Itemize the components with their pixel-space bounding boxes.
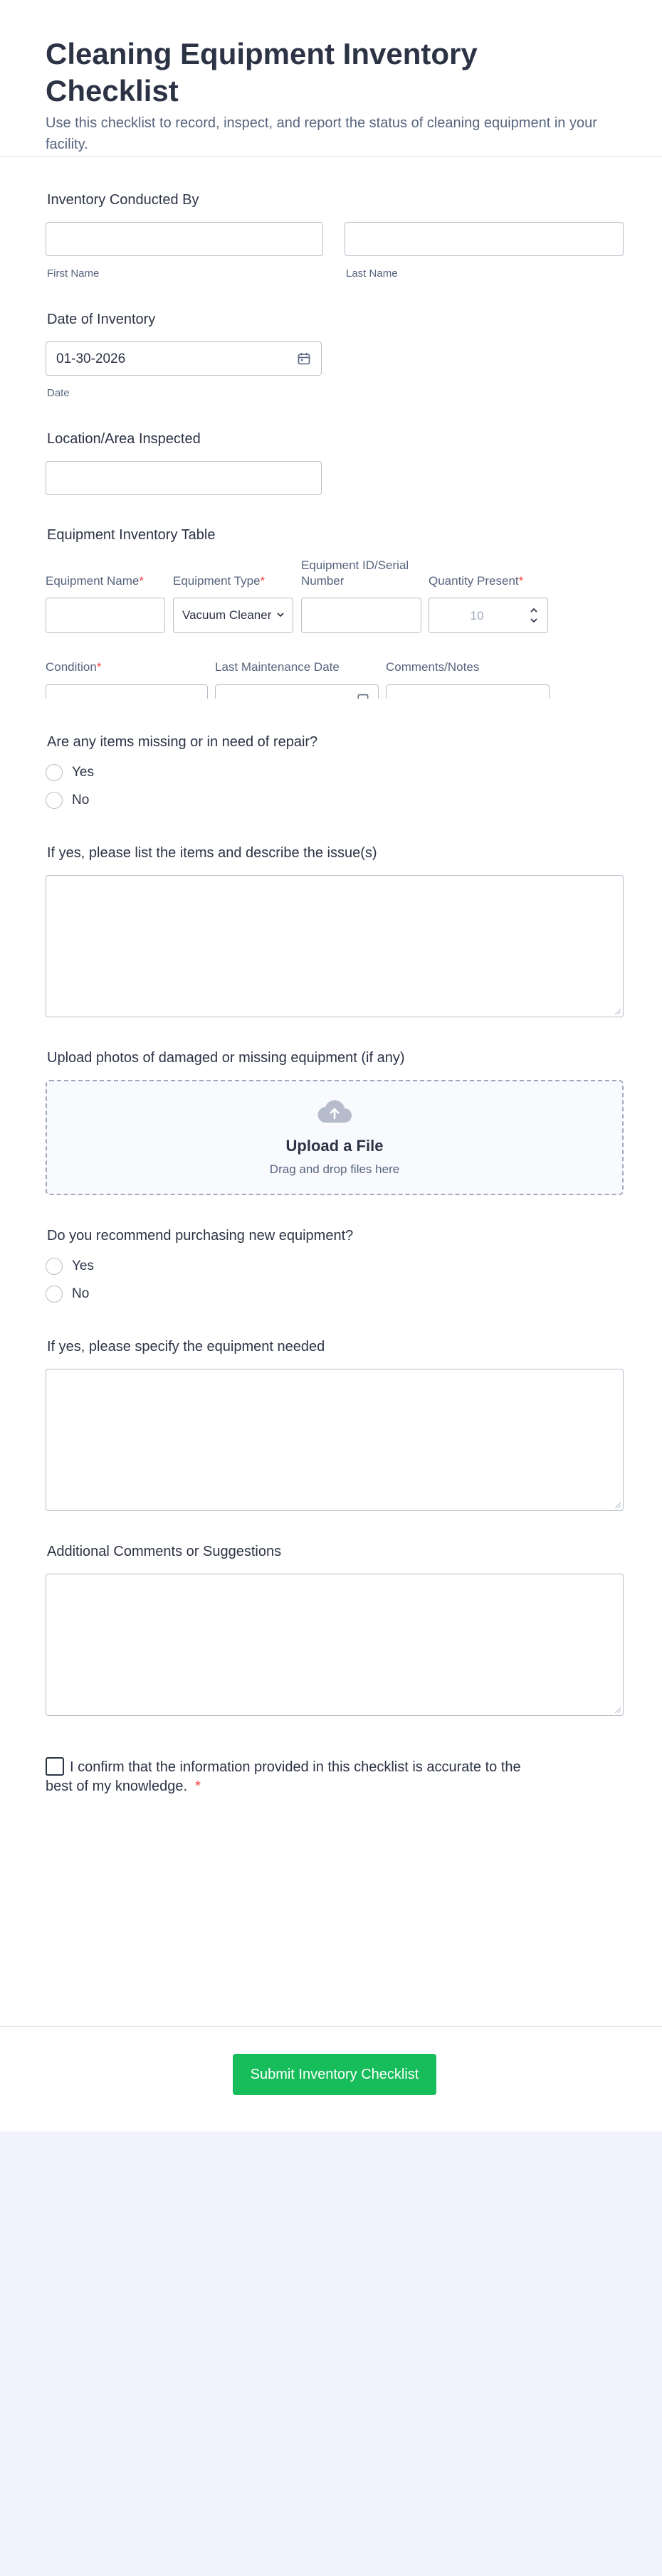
condition-select[interactable] <box>46 684 208 699</box>
equipment-table-label: Equipment Inventory Table <box>47 527 216 543</box>
maintenance-date-input[interactable] <box>215 684 379 699</box>
repair-question: Are any items missing or in need of repa… <box>47 734 318 750</box>
column-equipment-name: Equipment Name* <box>46 573 144 589</box>
required-mark: * <box>260 574 266 588</box>
recommend-yes-label[interactable]: Yes <box>72 1258 94 1274</box>
submit-button[interactable]: Submit Inventory Checklist <box>233 2054 436 2095</box>
recommend-no-label[interactable]: No <box>72 1286 89 1302</box>
calendar-icon[interactable] <box>297 351 311 369</box>
column-equipment-type: Equipment Type* <box>173 573 265 589</box>
date-label: Date of Inventory <box>47 312 156 327</box>
quantity-placeholder: 10 <box>470 609 484 622</box>
resize-handle-icon[interactable] <box>615 1502 621 1508</box>
column-equipment-type-text: Equipment Type <box>173 574 261 588</box>
repair-yes-radio[interactable] <box>46 764 63 781</box>
equipment-name-input[interactable] <box>46 598 165 633</box>
calendar-icon[interactable] <box>357 692 369 699</box>
date-value: 01-30-2026 <box>56 351 126 366</box>
equipment-type-value: Vacuum Cleaner <box>182 608 272 622</box>
chevron-down-icon <box>275 610 285 623</box>
table-row-clip <box>43 683 555 699</box>
stepper-arrows-icon[interactable] <box>529 604 539 630</box>
required-mark: * <box>195 1779 201 1794</box>
page-subtitle: Use this checklist to record, inspect, a… <box>46 115 597 152</box>
page-title: Cleaning Equipment Inventory Checklist <box>46 37 478 107</box>
repair-no-label[interactable]: No <box>72 793 89 808</box>
upload-hint: Drag and drop files here <box>269 1162 400 1176</box>
comments-input[interactable] <box>386 684 550 699</box>
additional-comments-textarea[interactable] <box>46 1574 624 1716</box>
required-mark: * <box>96 660 102 674</box>
quantity-stepper[interactable]: 10 <box>429 598 548 633</box>
form-footer: Submit Inventory Checklist <box>0 2026 662 2131</box>
equipment-needed-label: If yes, please specify the equipment nee… <box>47 1339 325 1355</box>
required-mark: * <box>518 574 524 588</box>
first-name-sublabel: First Name <box>47 267 100 280</box>
confirm-checkbox-row: I confirm that the information provided … <box>46 1757 544 1796</box>
column-equipment-name-text: Equipment Name <box>46 574 140 588</box>
confirm-text[interactable]: I confirm that the information provided … <box>46 1759 521 1794</box>
date-sublabel: Date <box>47 387 70 399</box>
form-page: Cleaning Equipment Inventory Checklist U… <box>0 0 662 2131</box>
column-condition-text: Condition <box>46 660 97 674</box>
recommend-yes-radio[interactable] <box>46 1258 63 1275</box>
repair-yes-label[interactable]: Yes <box>72 765 94 780</box>
recommend-no-radio[interactable] <box>46 1286 63 1303</box>
confirm-checkbox[interactable] <box>46 1757 64 1776</box>
inventory-by-label: Inventory Conducted By <box>47 192 199 208</box>
repair-details-textarea[interactable] <box>46 875 624 1017</box>
form-header: Cleaning Equipment Inventory Checklist U… <box>0 0 662 157</box>
file-upload-dropzone[interactable]: Upload a File Drag and drop files here <box>46 1080 624 1195</box>
column-quantity-text: Quantity Present <box>429 574 519 588</box>
resize-handle-icon[interactable] <box>615 1009 621 1014</box>
required-mark: * <box>139 574 144 588</box>
repair-no-radio[interactable] <box>46 792 63 809</box>
first-name-input[interactable] <box>46 222 323 256</box>
column-condition: Condition* <box>46 659 101 675</box>
recommend-question: Do you recommend purchasing new equipmen… <box>47 1228 354 1244</box>
column-equipment-serial: Equipment ID/Serial Number <box>301 558 409 588</box>
location-input[interactable] <box>46 461 322 495</box>
column-last-maintenance: Last Maintenance Date <box>215 660 340 674</box>
location-label: Location/Area Inspected <box>47 431 201 447</box>
last-name-input[interactable] <box>345 222 624 256</box>
equipment-type-select[interactable]: Vacuum Cleaner <box>173 598 293 633</box>
resize-handle-icon[interactable] <box>615 1707 621 1713</box>
upload-label: Upload photos of damaged or missing equi… <box>47 1050 405 1066</box>
equipment-needed-textarea[interactable] <box>46 1369 624 1511</box>
column-quantity: Quantity Present* <box>429 573 523 589</box>
equipment-serial-input[interactable] <box>301 598 421 633</box>
column-comments: Comments/Notes <box>386 660 480 674</box>
repair-details-label: If yes, please list the items and descri… <box>47 845 377 861</box>
upload-title: Upload a File <box>285 1137 384 1155</box>
cloud-upload-icon <box>47 1098 622 1129</box>
last-name-sublabel: Last Name <box>346 267 398 280</box>
additional-comments-label: Additional Comments or Suggestions <box>47 1544 282 1559</box>
date-input[interactable]: 01-30-2026 <box>46 341 322 376</box>
